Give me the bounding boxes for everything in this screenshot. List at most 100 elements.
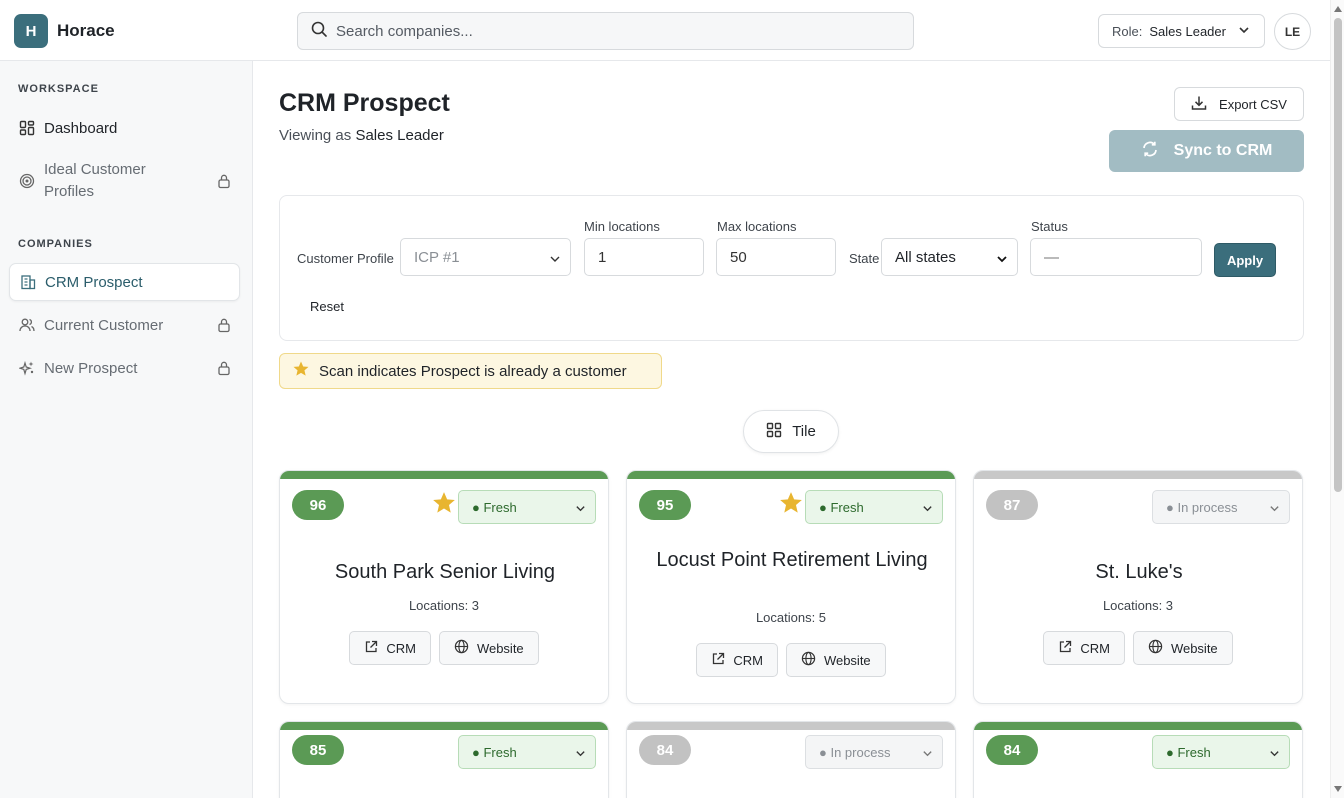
users-icon — [18, 317, 35, 334]
company-card[interactable]: 95 ● Fresh Locust Point Retirement Livin… — [626, 470, 956, 704]
sidebar-item-current-customer[interactable]: Current Customer — [9, 312, 240, 338]
chevron-down-icon — [575, 747, 586, 762]
companies-section-title: COMPANIES — [18, 238, 93, 250]
lock-icon — [217, 317, 231, 337]
score-badge: 84 — [639, 735, 691, 765]
state-select[interactable]: All states — [881, 238, 1018, 276]
sidebar-item-new-prospect[interactable]: New Prospect — [9, 355, 240, 381]
app-logo: H — [14, 14, 48, 48]
page-scrollbar[interactable] — [1330, 0, 1344, 798]
export-csv-label: Export CSV — [1219, 96, 1287, 112]
min-locations-label: Min locations — [584, 219, 660, 234]
lock-icon — [217, 360, 231, 380]
card-status-bar — [280, 722, 608, 730]
max-locations-input[interactable] — [716, 238, 836, 276]
sidebar-item-crm-prospect[interactable]: CRM Prospect — [9, 263, 240, 301]
role-dropdown[interactable]: Role: Sales Leader — [1098, 14, 1265, 48]
scroll-down-arrow[interactable] — [1334, 786, 1342, 792]
company-card[interactable]: 96 ● Fresh South Park Senior Living Loca… — [279, 470, 609, 704]
brand[interactable]: H Horace — [14, 14, 115, 48]
grid-icon — [766, 422, 782, 442]
sync-to-crm-button[interactable]: Sync to CRM — [1109, 130, 1304, 172]
page-title: CRM Prospect — [279, 89, 450, 117]
crm-link-button[interactable]: CRM — [1043, 631, 1125, 665]
company-name: South Park Senior Living — [334, 561, 556, 583]
apply-button[interactable]: Apply — [1214, 243, 1276, 277]
customer-profile-select[interactable]: ICP #1 — [400, 238, 571, 276]
sidebar-item-label: Current Customer — [44, 316, 164, 334]
customer-profile-value: ICP #1 — [414, 248, 460, 266]
status-input[interactable] — [1030, 238, 1202, 276]
status-select[interactable]: ● In process — [1152, 490, 1290, 524]
sparkle-icon — [18, 360, 35, 377]
score-badge: 95 — [639, 490, 691, 520]
tile-view-toggle[interactable]: Tile — [743, 410, 839, 453]
sidebar-item-label: Dashboard — [44, 119, 118, 137]
min-locations-input[interactable] — [584, 238, 704, 276]
reset-button[interactable]: Reset — [310, 299, 344, 314]
company-card[interactable]: 84 ● In process — [626, 721, 956, 798]
status-dot: ● — [819, 499, 831, 515]
status-value: Fresh — [830, 499, 864, 515]
scroll-thumb[interactable] — [1334, 18, 1342, 492]
company-card[interactable]: 85 ● Fresh — [279, 721, 609, 798]
status-value: Fresh — [483, 744, 517, 760]
state-label: State — [849, 251, 880, 266]
customer-scan-legend: Scan indicates Prospect is already a cus… — [279, 353, 662, 389]
sidebar-item-ideal-customer-profiles[interactable]: Ideal Customer Profiles — [9, 158, 240, 204]
crm-link-button[interactable]: CRM — [349, 631, 431, 665]
score-badge: 84 — [986, 735, 1038, 765]
status-dot: ● — [472, 499, 484, 515]
sidebar: WORKSPACE Dashboard Ideal Customer Profi… — [0, 61, 253, 798]
status-select[interactable]: ● Fresh — [458, 735, 596, 769]
dashboard-icon — [18, 120, 35, 137]
status-select[interactable]: ● Fresh — [805, 490, 943, 524]
card-status-bar — [280, 471, 608, 479]
role-label: Role: — [1112, 23, 1143, 39]
external-link-icon — [711, 652, 725, 669]
status-select[interactable]: ● In process — [805, 735, 943, 769]
company-name: Locust Point Retirement Living — [656, 549, 928, 571]
star-icon — [292, 360, 310, 382]
status-label: Status — [1031, 219, 1068, 234]
company-card[interactable]: 87 ● In process St. Luke's Locations: 3 … — [973, 470, 1303, 704]
sidebar-item-label: CRM Prospect — [45, 273, 143, 291]
lock-icon — [217, 173, 231, 193]
search-input[interactable] — [336, 22, 876, 40]
card-status-bar — [974, 471, 1302, 479]
sidebar-item-dashboard[interactable]: Dashboard — [9, 115, 240, 141]
status-value: Fresh — [483, 499, 517, 515]
status-select[interactable]: ● Fresh — [458, 490, 596, 524]
max-locations-label: Max locations — [717, 219, 797, 234]
scroll-up-arrow[interactable] — [1334, 6, 1342, 12]
sync-to-crm-label: Sync to CRM — [1173, 142, 1273, 159]
top-bar: H Horace Role: Sales Leader LE — [0, 0, 1330, 61]
locations-count: Locations: 3 — [1102, 598, 1174, 613]
user-avatar[interactable]: LE — [1274, 13, 1311, 50]
website-link-button[interactable]: Website — [785, 643, 886, 677]
crm-link-button[interactable]: CRM — [696, 643, 778, 677]
viewing-role: Sales Leader — [355, 127, 444, 144]
legend-text: Scan indicates Prospect is already a cus… — [319, 362, 627, 380]
locations-count: Locations: 3 — [408, 598, 480, 613]
company-card[interactable]: 84 ● Fresh — [973, 721, 1303, 798]
export-csv-button[interactable]: Export CSV — [1174, 87, 1304, 121]
chevron-down-icon — [1269, 747, 1280, 762]
card-actions: CRM Website — [280, 631, 608, 665]
sidebar-item-label: Ideal Customer Profiles — [44, 161, 146, 200]
globe-icon — [1148, 639, 1163, 657]
card-status-bar — [627, 471, 955, 479]
chevron-down-icon — [1238, 24, 1250, 39]
external-link-icon — [364, 640, 378, 657]
role-value: Sales Leader — [1149, 23, 1226, 39]
sync-icon — [1141, 140, 1159, 163]
sidebar-item-label: New Prospect — [44, 359, 138, 377]
website-link-button[interactable]: Website — [438, 631, 539, 665]
star-icon — [778, 490, 804, 521]
search-box[interactable] — [297, 12, 914, 50]
website-link-button[interactable]: Website — [1132, 631, 1233, 665]
card-status-bar — [974, 722, 1302, 730]
status-select[interactable]: ● Fresh — [1152, 735, 1290, 769]
score-badge: 96 — [292, 490, 344, 520]
download-icon — [1191, 95, 1207, 114]
